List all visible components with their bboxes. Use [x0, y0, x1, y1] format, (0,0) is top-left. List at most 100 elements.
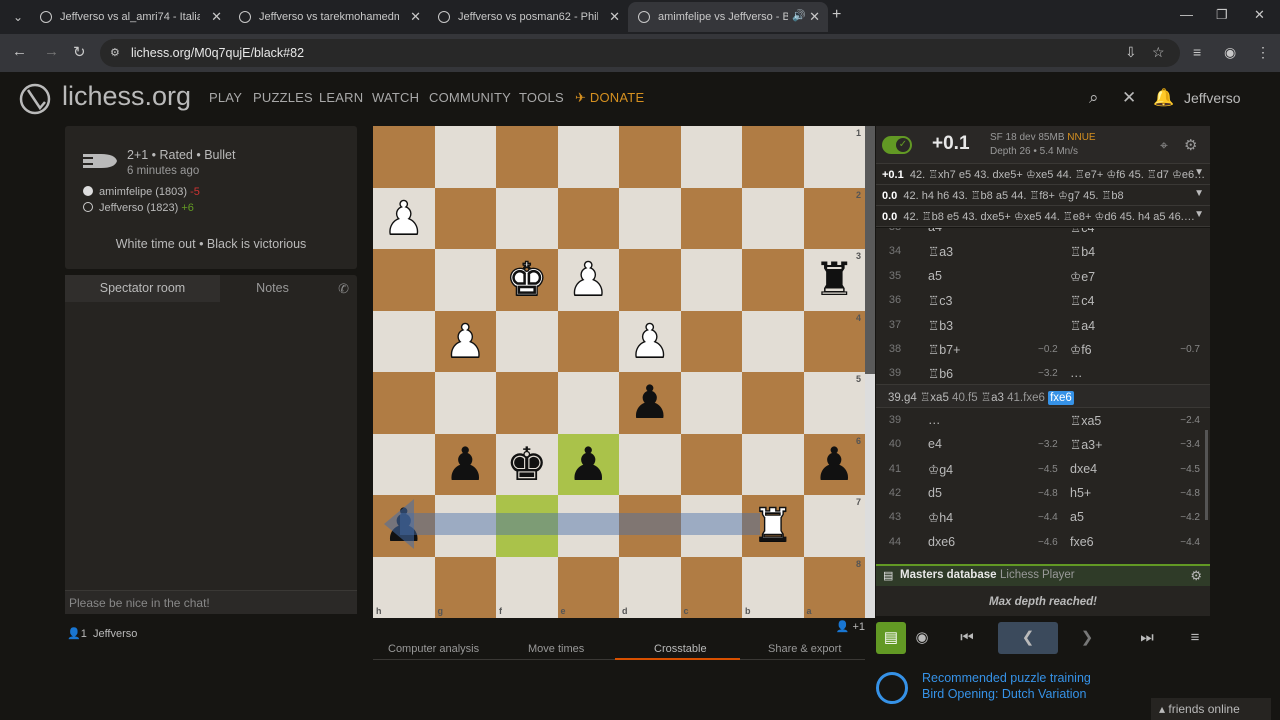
- nav-learn[interactable]: LEARN: [319, 90, 363, 105]
- square-c3[interactable]: [680, 249, 742, 311]
- square-d3[interactable]: [619, 249, 681, 311]
- nav-play[interactable]: PLAY: [209, 90, 242, 105]
- variation-move[interactable]: 39.g4: [888, 392, 917, 404]
- variation-move[interactable]: ♖xa5: [920, 392, 949, 404]
- chat-input[interactable]: Please be nice in the chat!: [65, 590, 357, 614]
- square-f8[interactable]: [496, 556, 558, 618]
- white-move[interactable]: ♖b3: [928, 318, 953, 333]
- tab-spectator-room[interactable]: Spectator room: [65, 275, 220, 302]
- move-list-scrollbar[interactable]: [1205, 430, 1208, 520]
- square-g8[interactable]: [434, 556, 496, 618]
- nav-watch[interactable]: WATCH: [372, 90, 419, 105]
- square-b1[interactable]: [742, 126, 804, 188]
- black-move[interactable]: ♖c4: [1070, 228, 1094, 235]
- last-move-icon[interactable]: ⏭: [1132, 622, 1162, 654]
- black-move[interactable]: ♔f6: [1070, 342, 1092, 357]
- black-move[interactable]: h5+: [1070, 486, 1091, 500]
- piece-e3[interactable]: ♟: [558, 249, 620, 311]
- square-e4[interactable]: [557, 310, 619, 372]
- square-f2[interactable]: [496, 187, 558, 249]
- black-move[interactable]: ♖a4: [1070, 318, 1095, 333]
- black-move[interactable]: ♖a3+: [1070, 437, 1102, 452]
- friends-online-box[interactable]: ▴ friends online: [1151, 698, 1271, 720]
- square-h3[interactable]: [373, 249, 435, 311]
- square-h5[interactable]: [373, 372, 435, 434]
- site-info-icon[interactable]: ⚙: [110, 46, 120, 59]
- tools-crossed-swords-icon[interactable]: ✕: [1122, 88, 1136, 108]
- square-b8[interactable]: [742, 556, 804, 618]
- square-f5[interactable]: [496, 372, 558, 434]
- nav-community[interactable]: COMMUNITY: [429, 90, 511, 105]
- white-move[interactable]: e4: [928, 437, 942, 451]
- square-g2[interactable]: [434, 187, 496, 249]
- back-icon[interactable]: ←: [12, 43, 27, 60]
- white-move[interactable]: …: [928, 413, 941, 427]
- tab-notes[interactable]: Notes: [220, 275, 325, 302]
- tab-search-icon[interactable]: ⌄: [8, 7, 28, 27]
- piece-a6[interactable]: ♟: [804, 434, 866, 496]
- black-move[interactable]: ♖b4: [1070, 244, 1095, 259]
- nav-tools[interactable]: TOOLS: [519, 90, 564, 105]
- white-move[interactable]: ♖b7+: [928, 342, 960, 357]
- browser-tab-4-active[interactable]: amimfelipe vs Jeffverso - Be 🔊 ✕: [628, 2, 828, 32]
- tab-lichess[interactable]: Lichess: [1000, 569, 1039, 581]
- white-move[interactable]: ♔g4: [928, 462, 953, 477]
- reading-list-icon[interactable]: ≡: [1193, 44, 1201, 60]
- puzzle-title[interactable]: Recommended puzzle training: [922, 671, 1091, 685]
- variation-move[interactable]: 40.f5: [952, 392, 978, 404]
- square-h1[interactable]: [373, 126, 435, 188]
- browser-tab-2[interactable]: Jeffverso vs tarekmohamedm - ✕: [229, 2, 429, 32]
- square-b6[interactable]: [742, 433, 804, 495]
- square-h8[interactable]: [373, 556, 435, 618]
- restore-icon[interactable]: ❐: [1216, 7, 1228, 23]
- white-move[interactable]: ♖b6: [928, 366, 953, 381]
- close-tab-icon[interactable]: ✕: [609, 9, 620, 25]
- pv-line-1[interactable]: +0.1 42. ♖xh7 e5 43. dxe5+ ♔xe5 44. ♖e7+…: [876, 164, 1210, 185]
- square-h4[interactable]: [373, 310, 435, 372]
- square-c1[interactable]: [680, 126, 742, 188]
- explorer-settings-icon[interactable]: ⚙: [1190, 568, 1202, 584]
- speaker-icon[interactable]: 🔊: [792, 9, 806, 22]
- tab-player[interactable]: Player: [1042, 569, 1075, 581]
- white-move[interactable]: ♖c3: [928, 293, 952, 308]
- square-d6[interactable]: [619, 433, 681, 495]
- square-c2[interactable]: [680, 187, 742, 249]
- square-e1[interactable]: [557, 126, 619, 188]
- nav-puzzles[interactable]: PUZZLES: [253, 90, 313, 105]
- piece-h2[interactable]: ♟: [373, 188, 435, 250]
- black-move[interactable]: fxe6: [1070, 535, 1094, 549]
- square-f4[interactable]: [496, 310, 558, 372]
- variation-move[interactable]: ♖a3: [981, 392, 1004, 404]
- piece-d4[interactable]: ♟: [619, 311, 681, 373]
- close-tab-icon[interactable]: ✕: [809, 9, 820, 25]
- piece-f6[interactable]: ♚: [496, 434, 558, 496]
- browser-tab-3[interactable]: Jeffverso vs posman62 - Philido ✕: [428, 2, 628, 32]
- square-g1[interactable]: [434, 126, 496, 188]
- black-move[interactable]: …: [1070, 366, 1083, 380]
- tab-move-times[interactable]: Move times: [528, 643, 584, 655]
- square-f1[interactable]: [496, 126, 558, 188]
- nav-donate[interactable]: ✈ DONATE: [575, 90, 644, 106]
- spectator-name[interactable]: Jeffverso: [93, 628, 137, 640]
- white-player[interactable]: amimfelipe (1803) -5: [83, 186, 200, 198]
- white-move[interactable]: dxe6: [928, 535, 955, 549]
- white-move[interactable]: ♔h4: [928, 510, 953, 525]
- minimize-icon[interactable]: —: [1180, 7, 1193, 22]
- phone-icon[interactable]: ✆: [338, 281, 349, 297]
- black-move[interactable]: dxe4: [1070, 462, 1097, 476]
- variation-move[interactable]: 41.fxe6: [1007, 392, 1045, 404]
- close-window-icon[interactable]: ✕: [1254, 7, 1265, 23]
- square-c8[interactable]: [680, 556, 742, 618]
- piece-e6[interactable]: ♟: [558, 434, 620, 496]
- piece-f3[interactable]: ♚: [496, 249, 558, 311]
- square-e2[interactable]: [557, 187, 619, 249]
- browser-tab-1[interactable]: Jeffverso vs al_amri74 - Italian G ✕: [30, 2, 230, 32]
- expand-icon[interactable]: ▼: [1194, 188, 1204, 199]
- close-tab-icon[interactable]: ✕: [410, 9, 421, 25]
- close-tab-icon[interactable]: ✕: [211, 9, 222, 25]
- square-b4[interactable]: [742, 310, 804, 372]
- bookmark-star-icon[interactable]: ☆: [1152, 44, 1165, 61]
- square-g3[interactable]: [434, 249, 496, 311]
- black-player[interactable]: Jeffverso (1823) +6: [83, 202, 194, 214]
- browser-menu-icon[interactable]: ⋮: [1256, 44, 1270, 61]
